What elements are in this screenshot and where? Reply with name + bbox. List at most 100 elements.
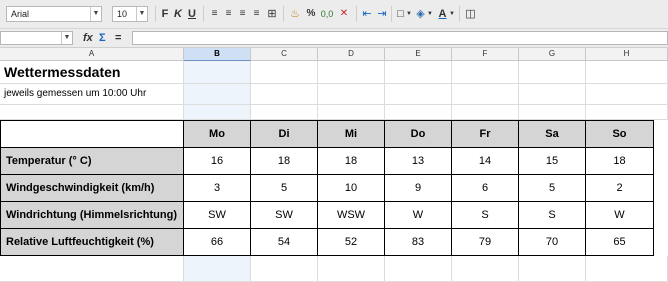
- column-header-b[interactable]: B: [184, 48, 251, 61]
- delete-decimal-icon[interactable]: ✕: [337, 6, 351, 22]
- column-header-e[interactable]: E: [385, 48, 452, 61]
- day-header[interactable]: Fr: [452, 121, 519, 148]
- font-name-select[interactable]: Arial ▼: [6, 6, 102, 22]
- background-color-icon[interactable]: ◈: [414, 6, 427, 22]
- data-cell[interactable]: SW: [251, 202, 318, 229]
- day-header[interactable]: Sa: [519, 121, 586, 148]
- cell[interactable]: [251, 256, 318, 281]
- decrease-indent-icon[interactable]: ⇤: [361, 6, 373, 22]
- column-header-d[interactable]: D: [318, 48, 385, 61]
- cell[interactable]: [452, 84, 519, 104]
- cell[interactable]: [251, 61, 318, 83]
- data-cell[interactable]: 65: [586, 229, 653, 255]
- data-cell[interactable]: S: [452, 202, 519, 229]
- data-cell[interactable]: 16: [184, 148, 251, 175]
- sidebar-toggle-icon[interactable]: ◫: [464, 6, 477, 22]
- cell[interactable]: [452, 105, 519, 119]
- data-cell[interactable]: 2: [586, 175, 653, 202]
- cell[interactable]: [318, 61, 385, 83]
- cell[interactable]: [184, 61, 251, 83]
- cell[interactable]: [519, 84, 586, 104]
- day-header[interactable]: Di: [251, 121, 318, 148]
- cell[interactable]: [385, 61, 452, 83]
- chevron-down-icon[interactable]: ▼: [427, 6, 433, 22]
- data-cell[interactable]: 14: [452, 148, 519, 175]
- chevron-down-icon[interactable]: ▼: [136, 7, 147, 21]
- data-cell[interactable]: 79: [452, 229, 519, 255]
- underline-button[interactable]: U: [187, 6, 197, 22]
- font-color-button[interactable]: A: [437, 6, 448, 22]
- cell[interactable]: [586, 256, 668, 281]
- row-label[interactable]: Temperatur (° C): [1, 148, 184, 175]
- column-header-f[interactable]: F: [452, 48, 519, 61]
- chevron-down-icon[interactable]: ▼: [449, 6, 455, 22]
- data-cell[interactable]: 18: [251, 148, 318, 175]
- data-cell[interactable]: 5: [251, 175, 318, 202]
- data-cell[interactable]: SW: [184, 202, 251, 229]
- align-justify-icon[interactable]: ≡: [251, 6, 262, 22]
- cell[interactable]: [385, 105, 452, 119]
- data-cell[interactable]: W: [586, 202, 653, 229]
- cell[interactable]: [0, 256, 184, 281]
- data-cell[interactable]: 66: [184, 229, 251, 255]
- cell[interactable]: [519, 61, 586, 83]
- data-cell[interactable]: 10: [318, 175, 385, 202]
- sum-button[interactable]: Σ: [99, 30, 106, 46]
- align-left-icon[interactable]: ≡: [209, 6, 220, 22]
- formula-button[interactable]: =: [115, 30, 121, 46]
- name-box[interactable]: ▼: [0, 31, 73, 45]
- cell[interactable]: [184, 84, 251, 104]
- cell[interactable]: [586, 61, 668, 83]
- data-cell[interactable]: 83: [385, 229, 452, 255]
- data-cell[interactable]: 18: [586, 148, 653, 175]
- chevron-down-icon[interactable]: ▼: [406, 6, 412, 22]
- cell[interactable]: [251, 105, 318, 119]
- add-decimal-button[interactable]: 0,0: [320, 6, 334, 22]
- cell[interactable]: [318, 105, 385, 119]
- cell[interactable]: [586, 84, 668, 104]
- cell[interactable]: [184, 105, 251, 119]
- cell[interactable]: [251, 84, 318, 104]
- data-cell[interactable]: 15: [519, 148, 586, 175]
- data-cell[interactable]: 9: [385, 175, 452, 202]
- table-corner-cell[interactable]: [1, 121, 184, 148]
- data-cell[interactable]: 70: [519, 229, 586, 255]
- increase-indent-icon[interactable]: ⇥: [376, 6, 388, 22]
- merge-cells-icon[interactable]: ⊞: [266, 6, 278, 22]
- chevron-down-icon[interactable]: ▼: [90, 7, 101, 21]
- row-label[interactable]: Relative Luftfeuchtigkeit (%): [1, 229, 184, 255]
- cell[interactable]: [452, 256, 519, 281]
- data-cell[interactable]: 52: [318, 229, 385, 255]
- column-header-g[interactable]: G: [519, 48, 586, 61]
- data-cell[interactable]: S: [519, 202, 586, 229]
- cell[interactable]: [385, 256, 452, 281]
- bold-button[interactable]: F: [160, 6, 170, 22]
- align-right-icon[interactable]: ≡: [237, 6, 248, 22]
- cell[interactable]: [318, 84, 385, 104]
- data-cell[interactable]: WSW: [318, 202, 385, 229]
- data-cell[interactable]: 18: [318, 148, 385, 175]
- cell[interactable]: [0, 105, 184, 119]
- day-header[interactable]: Mo: [184, 121, 251, 148]
- cell[interactable]: [184, 256, 251, 281]
- row-label[interactable]: Windgeschwindigkeit (km/h): [1, 175, 184, 202]
- data-cell[interactable]: 13: [385, 148, 452, 175]
- align-center-icon[interactable]: ≡: [223, 6, 234, 22]
- chevron-down-icon[interactable]: ▼: [61, 32, 72, 44]
- sheet-subtitle[interactable]: jeweils gemessen um 10:00 Uhr: [0, 84, 184, 104]
- formula-input[interactable]: [132, 31, 668, 45]
- cell[interactable]: [586, 105, 668, 119]
- cell[interactable]: [318, 256, 385, 281]
- data-cell[interactable]: 54: [251, 229, 318, 255]
- currency-format-icon[interactable]: ♨: [289, 6, 301, 22]
- data-cell[interactable]: 6: [452, 175, 519, 202]
- day-header[interactable]: Mi: [318, 121, 385, 148]
- column-header-a[interactable]: A: [0, 48, 184, 61]
- font-size-select[interactable]: 10 ▼: [112, 6, 148, 22]
- cell[interactable]: [385, 84, 452, 104]
- sheet-title[interactable]: Wettermessdaten: [0, 61, 184, 83]
- cell[interactable]: [452, 61, 519, 83]
- data-cell[interactable]: 3: [184, 175, 251, 202]
- borders-icon[interactable]: □: [395, 6, 406, 22]
- day-header[interactable]: So: [586, 121, 653, 148]
